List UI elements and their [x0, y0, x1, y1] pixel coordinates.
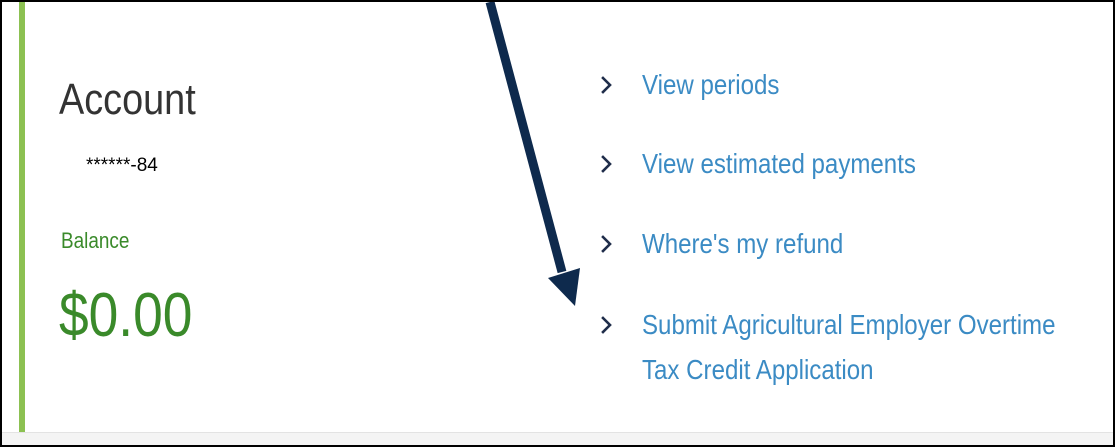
- card-accent-bar: [19, 2, 25, 432]
- balance-label: Balance: [61, 228, 130, 253]
- chevron-right-icon: [599, 234, 615, 254]
- balance-value: $0.00: [59, 281, 193, 350]
- wheres-my-refund-link[interactable]: Where's my refund: [599, 224, 1109, 266]
- view-periods-link[interactable]: View periods: [599, 65, 1109, 107]
- card-footer-strip: [2, 433, 1113, 445]
- wheres-my-refund-label: Where's my refund: [642, 228, 844, 259]
- account-number: ******-84: [86, 155, 158, 176]
- account-card: Account ******-84 Balance $0.00 View per…: [2, 2, 1113, 433]
- view-periods-label: View periods: [642, 69, 780, 100]
- submit-agricultural-overtime-credit-label-line-1: Submit Agricultural Employer Overtime: [642, 309, 1056, 340]
- screenshot-frame: Account ******-84 Balance $0.00 View per…: [0, 0, 1115, 447]
- view-estimated-payments-label: View estimated payments: [642, 148, 916, 179]
- account-actions-list: View periods View estimated payments Whe…: [599, 2, 1109, 432]
- page-title: Account: [59, 75, 196, 124]
- submit-agricultural-overtime-credit-label-line-2: Tax Credit Application: [642, 354, 874, 385]
- chevron-right-icon: [599, 154, 615, 174]
- submit-agricultural-overtime-credit-link[interactable]: Submit Agricultural Employer Overtime Ta…: [599, 305, 1109, 391]
- chevron-right-icon: [599, 315, 615, 335]
- chevron-right-icon: [599, 75, 615, 95]
- view-estimated-payments-link[interactable]: View estimated payments: [599, 144, 1109, 186]
